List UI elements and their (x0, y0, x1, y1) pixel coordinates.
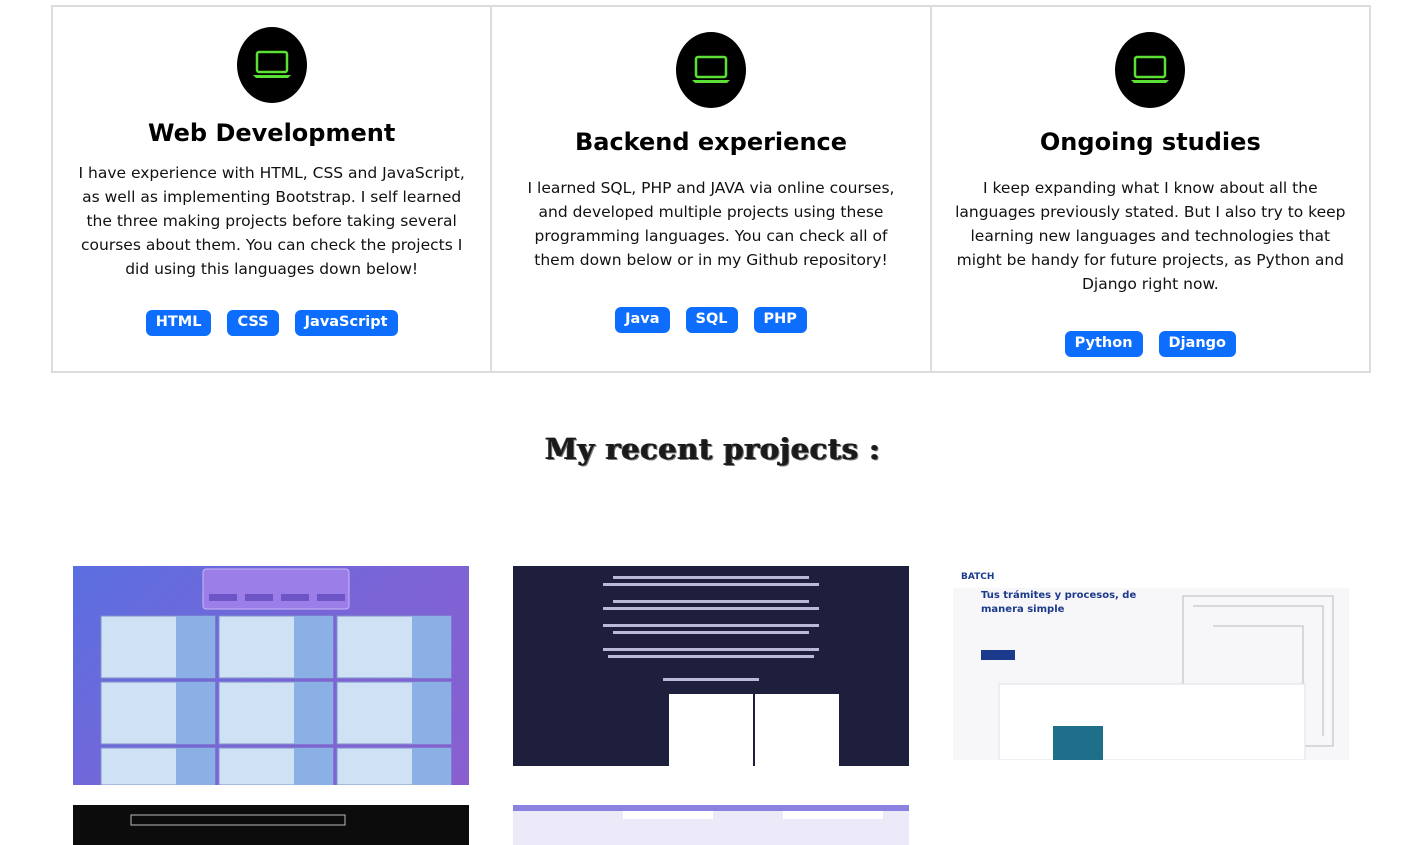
svg-text:BATCH: BATCH (961, 572, 994, 582)
badge-javascript: JavaScript (294, 310, 398, 336)
badge-php: PHP (753, 307, 807, 333)
svg-text:manera simple: manera simple (981, 604, 1065, 615)
project-thumbnail-batch[interactable]: BATCH Tus trámites y procesos, de manera… (953, 566, 1349, 760)
project-thumbnail-browser[interactable] (513, 805, 909, 845)
card-title: Backend experience (574, 128, 848, 156)
card-text: I keep expanding what I know about all t… (955, 179, 1346, 293)
badge-sql: SQL (685, 307, 738, 333)
laptop-icon (236, 27, 307, 103)
badge-css: CSS (227, 310, 279, 336)
card-text: I learned SQL, PHP and JAVA via online c… (527, 179, 895, 269)
card-backend-experience: Backend experience I learned SQL, PHP an… (492, 7, 932, 371)
badge-java: Java (615, 307, 670, 333)
card-title: Ongoing studies (1039, 128, 1261, 156)
badge-list: HTML CSS JavaScript (145, 310, 398, 336)
laptop-icon (675, 32, 746, 108)
card-ongoing-studies: Ongoing studies I keep expanding what I … (932, 7, 1369, 371)
project-thumbnail-crud-table[interactable] (73, 566, 469, 785)
card-web-development: Web Development I have experience with H… (53, 7, 493, 371)
badge-django: Django (1158, 331, 1236, 357)
laptop-icon (1115, 32, 1186, 108)
svg-text:Tus trámites y procesos, de: Tus trámites y procesos, de (981, 589, 1136, 601)
badge-list: Python Django (1064, 331, 1236, 357)
skills-cards: Web Development I have experience with H… (51, 5, 1371, 373)
card-text: I have experience with HTML, CSS and Jav… (78, 164, 465, 278)
project-thumbnail-portfolio[interactable] (513, 566, 909, 766)
badge-list: Java SQL PHP (615, 307, 807, 333)
projects-section-title: My recent projects : (545, 432, 881, 466)
badge-html: HTML (145, 310, 212, 336)
project-thumbnail-console[interactable] (73, 805, 469, 845)
card-title: Web Development (148, 119, 396, 147)
badge-python: Python (1064, 331, 1143, 357)
